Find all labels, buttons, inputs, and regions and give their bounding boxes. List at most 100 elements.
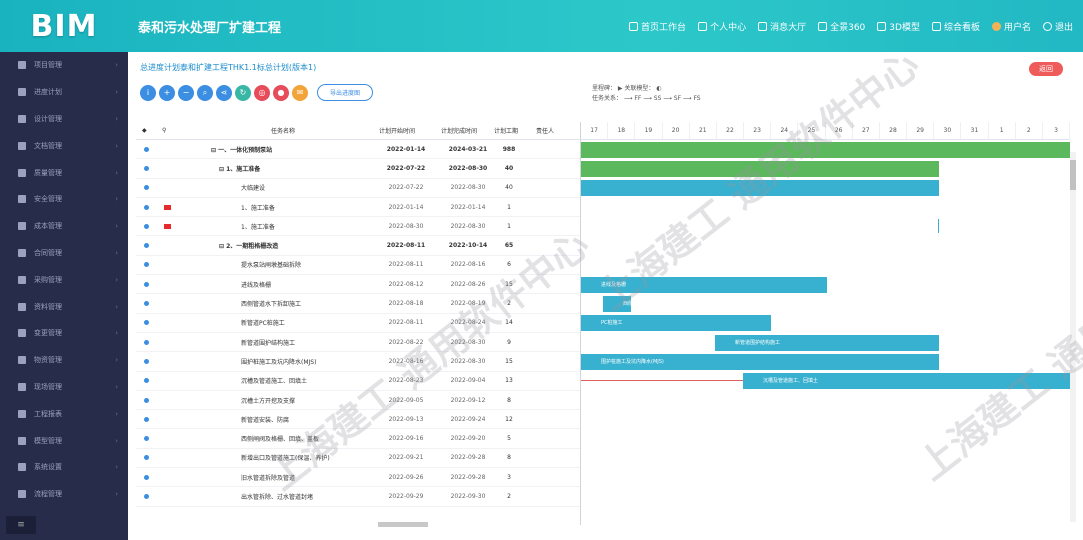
nav-dashboard[interactable]: 综合看板 — [931, 20, 980, 33]
legend-relations: 任务关系： ⟶ FF ⟶ SS ⟶ SF ⟶ FS — [592, 95, 701, 102]
timeline-day: 1 — [989, 122, 1016, 139]
col-duration[interactable]: 计划工期 — [494, 126, 518, 135]
col-owner[interactable]: 责任人 — [536, 126, 554, 135]
share-icon[interactable]: ⋖ — [216, 84, 232, 101]
info-icon[interactable]: i — [140, 84, 156, 101]
sidebar-item[interactable]: 质量管理 › — [0, 159, 128, 186]
table-row[interactable]: ⊟ 一、一体化预制泵站 2022-01-14 2024-03-21 988 — [136, 140, 580, 160]
menu-icon — [18, 409, 26, 418]
gantt-bar[interactable]: PC桩施工 — [581, 315, 771, 332]
menu-icon — [18, 222, 26, 231]
col-flag: ⚲ — [162, 127, 167, 134]
menu-icon — [18, 302, 26, 311]
legend: 里程碑： ▶ 关联模型： ◐ 任务关系： ⟶ FF ⟶ SS ⟶ SF ⟶ FS — [592, 84, 701, 104]
refresh-icon[interactable]: ↻ — [235, 84, 251, 101]
table-row[interactable]: 旧水管道拆除及管道 2022-09-26 2022-09-28 3 — [136, 468, 580, 488]
status-dot — [144, 262, 149, 268]
sidebar-item[interactable]: 流程管理 › — [0, 481, 128, 508]
task-duration: 2 — [507, 492, 511, 500]
table-row[interactable]: 围护桩施工及坑内降水(MJS) 2022-08-16 2022-08-30 15 — [136, 352, 580, 372]
sidebar-item[interactable]: 系统设置 › — [0, 454, 128, 481]
zoom-out-icon[interactable]: − — [178, 84, 194, 101]
menu-icon — [18, 275, 26, 284]
status-dot — [144, 320, 149, 326]
status-dot — [144, 223, 149, 229]
sidebar-item[interactable]: 模型管理 › — [0, 427, 128, 454]
mail-icon[interactable]: ✉ — [292, 84, 308, 101]
task-duration: 1 — [507, 222, 511, 230]
chevron-right-icon: › — [115, 382, 118, 391]
col-name[interactable]: 任务名称 — [271, 126, 295, 135]
status-dot — [144, 474, 149, 480]
sidebar-item[interactable]: 合同管理 › — [0, 240, 128, 267]
export-button[interactable]: 导出进度图 — [317, 84, 374, 101]
sidebar-item[interactable]: 采购管理 › — [0, 266, 128, 293]
sidebar-item[interactable]: 成本管理 › — [0, 213, 128, 240]
chevron-right-icon: › — [115, 463, 118, 472]
status-dot — [144, 204, 149, 210]
table-row[interactable]: 1、施工准备 2022-01-14 2022-01-14 1 — [136, 198, 580, 218]
sidebar-item[interactable]: 设计管理 › — [0, 106, 128, 133]
chevron-right-icon: › — [115, 356, 118, 365]
task-name: ⊟ 一、一体化预制泵站 — [211, 146, 273, 154]
user-icon[interactable]: ● — [273, 84, 289, 101]
scroll-thumb[interactable] — [1070, 160, 1076, 190]
timeline-day: 22 — [717, 122, 745, 139]
table-row[interactable]: 1、施工准备 2022-08-30 2022-08-30 1 — [136, 217, 580, 237]
gantt-bar[interactable]: 新管道围护结构施工 — [715, 334, 939, 351]
home-icon — [629, 21, 639, 31]
menu-icon — [18, 168, 26, 177]
target-icon[interactable]: ◎ — [254, 84, 270, 101]
nav-logout[interactable]: 退出 — [1042, 20, 1073, 33]
sidebar-item[interactable]: 现场管理 › — [0, 374, 128, 401]
col-start[interactable]: 计划开始时间 — [379, 126, 415, 135]
sidebar-item-label: 采购管理 — [34, 275, 62, 284]
chevron-right-icon: › — [115, 88, 118, 97]
back-button[interactable]: 返回 — [1029, 62, 1063, 76]
table-row[interactable]: 出水管拆除、过水管道封堵 2022-09-29 2022-09-30 2 — [136, 487, 580, 507]
table-row[interactable]: 新管道围护结构施工 2022-08-22 2022-08-30 9 — [136, 333, 580, 353]
sidebar-item[interactable]: 项目管理 › — [0, 52, 128, 79]
toolbar: i + − ⌕ ⋖ ↻ ◎ ● ✉ 导出进度图 — [140, 84, 374, 101]
nav-user[interactable]: 用户名 — [991, 20, 1031, 33]
sidebar: 项目管理 › 进度计划 › 设计管理 › 文档管理 › 质量管理 › 安全管理 › 成本管理 › 合同管理 ›… — [0, 52, 128, 540]
timeline-day: 20 — [663, 122, 690, 139]
task-duration: 15 — [505, 357, 513, 365]
menu-icon — [18, 329, 26, 338]
timeline-day: 31 — [961, 122, 989, 139]
task-name: ⊟ 1、施工准备 — [219, 165, 261, 173]
nav-home[interactable]: 首页工作台 — [629, 20, 686, 33]
flag-icon — [164, 223, 171, 229]
app-logo[interactable]: BIM — [0, 0, 128, 52]
sidebar-item[interactable]: 变更管理 › — [0, 320, 128, 347]
sidebar-item[interactable]: 进度计划 › — [0, 79, 128, 106]
status-dot — [144, 455, 149, 461]
table-row[interactable]: ⊟ 2、一期粗格栅改造 2022-08-11 2022-10-14 65 — [136, 236, 580, 256]
sidebar-item[interactable]: 文档管理 › — [0, 132, 128, 159]
chevron-right-icon: › — [115, 61, 118, 70]
horizontal-scrollbar[interactable] — [378, 522, 428, 527]
task-start: 2022-07-22 — [386, 164, 426, 172]
avatar — [991, 21, 1001, 31]
zoom-in-icon[interactable]: + — [159, 84, 175, 101]
sidebar-item[interactable]: 物资管理 › — [0, 347, 128, 374]
sidebar-item[interactable]: 工程报表 › — [0, 400, 128, 427]
table-row[interactable]: ⊟ 1、施工准备 2022-07-22 2022-08-30 40 — [136, 159, 580, 179]
menu-toggle[interactable]: ≡ — [6, 516, 36, 534]
table-row[interactable]: 新增出口及管道施工(保温、养护) 2022-09-21 2022-09-28 8 — [136, 449, 580, 469]
sidebar-item[interactable]: 安全管理 › — [0, 186, 128, 213]
col-end[interactable]: 计划完成时间 — [441, 126, 477, 135]
task-end: 2022-09-04 — [450, 377, 486, 385]
gantt-bar[interactable]: 围护桩施工及坑内降水(MJS) — [581, 353, 939, 370]
sidebar-item[interactable]: 资料管理 › — [0, 293, 128, 320]
nav-model[interactable]: 3D模型 — [877, 20, 920, 33]
task-start: 2022-08-18 — [388, 300, 424, 308]
nav-profile[interactable]: 个人中心 — [698, 20, 746, 33]
status-dot — [144, 397, 149, 403]
search-icon[interactable]: ⌕ — [197, 84, 213, 101]
task-duration: 988 — [502, 145, 516, 153]
task-duration: 12 — [505, 415, 513, 423]
nav-messages[interactable]: 消息大厅 — [758, 20, 806, 33]
nav-panorama[interactable]: 全景360 — [818, 20, 865, 33]
table-row[interactable]: 大临建设 2022-07-22 2022-08-30 40 — [136, 179, 580, 198]
